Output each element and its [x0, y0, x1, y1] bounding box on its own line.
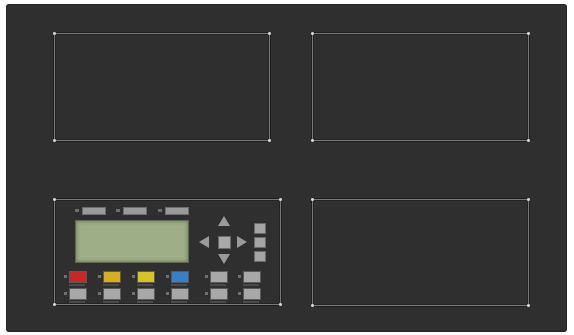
screw-dot	[527, 198, 530, 201]
key-label-strip	[171, 284, 187, 286]
screw-dot	[279, 303, 282, 306]
screw-dot	[53, 303, 56, 306]
screw-dot	[527, 139, 530, 142]
indicator-led	[205, 275, 208, 278]
function-key-r2-c2[interactable]	[98, 288, 121, 300]
screw-dot	[311, 32, 314, 35]
key-label-strip	[210, 301, 226, 303]
screw-dot	[311, 139, 314, 142]
key-label-strip	[137, 301, 153, 303]
arrow-right-button[interactable]	[237, 236, 247, 248]
key-label-strip	[137, 284, 153, 286]
indicator-led	[64, 275, 67, 278]
function-key-r2-c3[interactable]	[132, 288, 155, 300]
key-label-strip	[69, 301, 85, 303]
screw-dot	[53, 198, 56, 201]
function-key-r1-c3[interactable]	[132, 271, 155, 283]
side-key-1[interactable]	[254, 223, 266, 234]
indicator-led	[64, 292, 67, 295]
indicator-led	[116, 209, 120, 212]
screw-dot	[527, 304, 530, 307]
function-key-r2-c1[interactable]	[64, 288, 87, 300]
operator-module	[53, 198, 282, 306]
softkey-1[interactable]	[75, 207, 106, 215]
indicator-led	[158, 209, 162, 212]
screw-dot	[279, 198, 282, 201]
indicator-led	[98, 275, 101, 278]
softkey-3[interactable]	[158, 207, 189, 215]
indicator-led	[75, 209, 79, 212]
indicator-led	[238, 275, 241, 278]
screw-dot	[311, 304, 314, 307]
function-key-r1-c1[interactable]	[64, 271, 87, 283]
module-slot-top-left	[53, 32, 271, 142]
module-slot-bottom-right	[311, 198, 530, 307]
screw-dot	[53, 32, 56, 35]
indicator-led	[166, 275, 169, 278]
side-key-2[interactable]	[254, 237, 266, 248]
function-key-r1-c5[interactable]	[205, 271, 228, 283]
indicator-led	[166, 292, 169, 295]
key-label-strip	[69, 284, 85, 286]
side-key-3[interactable]	[254, 251, 266, 262]
key-label-strip	[243, 301, 259, 303]
function-key-r2-c5[interactable]	[205, 288, 228, 300]
screw-dot	[268, 139, 271, 142]
key-label-strip	[171, 301, 187, 303]
function-key-r2-c4[interactable]	[166, 288, 189, 300]
enter-button[interactable]	[218, 236, 231, 249]
indicator-led	[132, 292, 135, 295]
arrow-up-button[interactable]	[218, 216, 230, 226]
lcd-display	[75, 220, 189, 263]
screw-dot	[53, 139, 56, 142]
screw-dot	[311, 198, 314, 201]
module-slot-top-right	[311, 32, 530, 142]
function-key-r1-c6[interactable]	[238, 271, 261, 283]
function-key-r1-c2[interactable]	[98, 271, 121, 283]
screw-dot	[527, 32, 530, 35]
indicator-led	[132, 275, 135, 278]
arrow-down-button[interactable]	[218, 254, 230, 264]
key-label-strip	[210, 284, 226, 286]
indicator-led	[205, 292, 208, 295]
arrow-left-button[interactable]	[199, 236, 209, 248]
control-panel	[6, 4, 567, 332]
key-label-strip	[103, 301, 119, 303]
function-key-r1-c4[interactable]	[166, 271, 189, 283]
screw-dot	[268, 32, 271, 35]
indicator-led	[98, 292, 101, 295]
softkey-2[interactable]	[116, 207, 147, 215]
indicator-led	[238, 292, 241, 295]
key-label-strip	[243, 284, 259, 286]
key-label-strip	[103, 284, 119, 286]
function-key-r2-c6[interactable]	[238, 288, 261, 300]
